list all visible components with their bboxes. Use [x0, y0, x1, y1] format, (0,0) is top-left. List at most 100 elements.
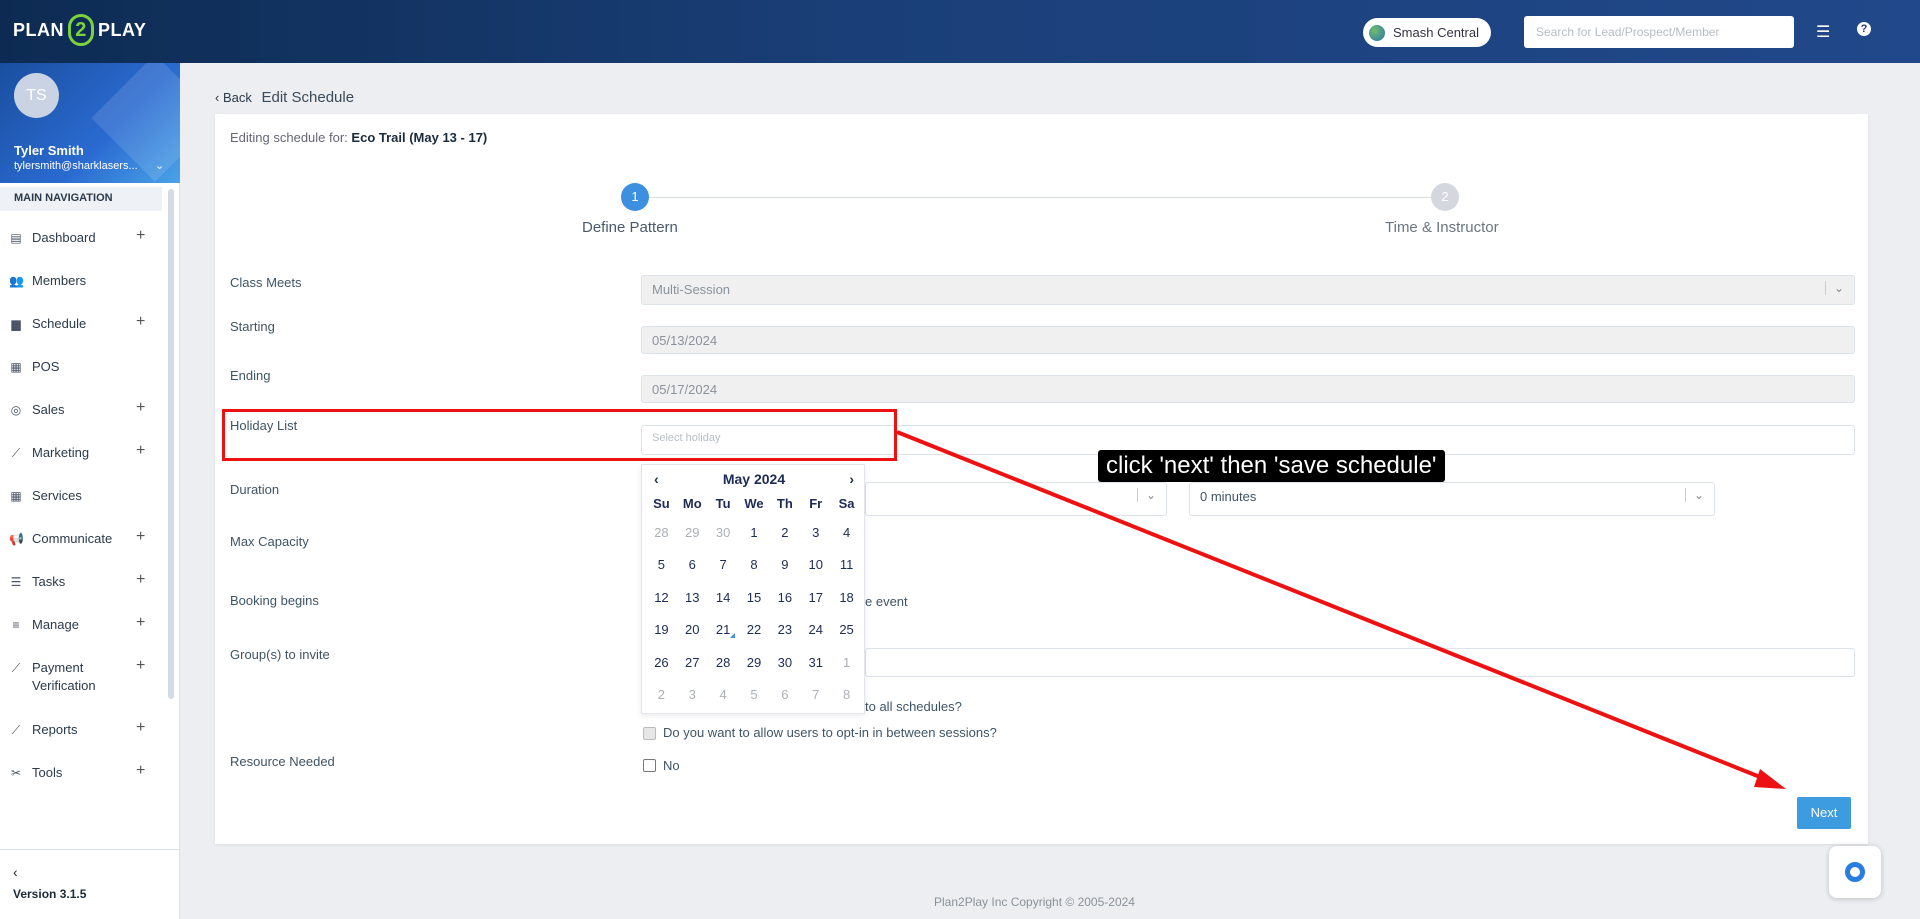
calendar-day[interactable]: 19 [646, 614, 677, 646]
location-button[interactable]: Smash Central [1363, 18, 1491, 47]
menu-icon[interactable]: ☰ [1816, 22, 1830, 42]
target-icon: ◎ [10, 403, 22, 417]
starting-date-field[interactable]: 05/13/2024 [641, 326, 1855, 354]
optin-checkbox[interactable] [643, 727, 656, 740]
calendar-day[interactable]: 15 [739, 582, 770, 614]
calendar-day[interactable]: 21 [708, 614, 739, 646]
calendar-day[interactable]: 12 [646, 582, 677, 614]
calendar-day[interactable]: 1 [831, 647, 862, 679]
calendar-day[interactable]: 30 [708, 517, 739, 549]
expand-plus-icon[interactable]: + [136, 399, 145, 417]
collapse-sidebar-icon[interactable]: ‹ [13, 864, 18, 880]
sidebar-item-tasks[interactable]: ☰ Tasks + [0, 567, 165, 610]
calendar-day[interactable]: 5 [646, 549, 677, 581]
calendar-day[interactable]: 31 [800, 647, 831, 679]
sidebar-item-members[interactable]: 👥 Members [0, 266, 165, 309]
chart-icon: ▤ [10, 231, 22, 245]
calendar-day[interactable]: 7 [800, 679, 831, 711]
chevron-down-icon[interactable]: ⌄ [155, 159, 164, 172]
sidebar-item-communicate[interactable]: 📢 Communicate + [0, 524, 165, 567]
calendar-day[interactable]: 9 [769, 549, 800, 581]
calendar-day[interactable]: 3 [800, 517, 831, 549]
support-lifebuoy-icon[interactable] [1829, 846, 1881, 898]
sidebar-item-services[interactable]: ▦ Services [0, 481, 165, 524]
class-meets-select[interactable]: Multi-Session ⌄ [641, 275, 1855, 305]
calendar-day[interactable]: 28 [708, 647, 739, 679]
step-1-indicator[interactable]: 1 [621, 183, 649, 211]
calendar-day[interactable]: 18 [831, 582, 862, 614]
calendar-day[interactable]: 3 [677, 679, 708, 711]
logo-text-left: PLAN [13, 19, 64, 40]
sidebar-item-payment-verification[interactable]: ⟋ Payment Verification + [0, 653, 165, 715]
calendar-day[interactable]: 4 [708, 679, 739, 711]
sidebar-item-pos[interactable]: ▦ POS [0, 352, 165, 395]
calendar-day[interactable]: 16 [769, 582, 800, 614]
calendar-day[interactable]: 5 [739, 679, 770, 711]
duration-minutes-select[interactable]: 0 minutes ⌄ [1189, 482, 1715, 516]
weekday-label: Su [653, 496, 670, 511]
calendar-day[interactable]: 22 [739, 614, 770, 646]
calendar-day[interactable]: 2 [646, 679, 677, 711]
next-button[interactable]: Next [1797, 797, 1851, 829]
sidebar-item-tools[interactable]: ✂ Tools + [0, 758, 165, 801]
step-line [635, 197, 1445, 198]
help-icon[interactable]: ? [1857, 22, 1871, 36]
apply-all-text: to all schedules? [865, 699, 962, 714]
resource-checkbox[interactable] [643, 759, 656, 772]
calendar-day[interactable]: 8 [739, 549, 770, 581]
calendar-day[interactable]: 28 [646, 517, 677, 549]
calendar-day[interactable]: 29 [739, 647, 770, 679]
calendar-day[interactable]: 27 [677, 647, 708, 679]
calendar-day[interactable]: 29 [677, 517, 708, 549]
sidebar-item-dashboard[interactable]: ▤ Dashboard + [0, 223, 165, 266]
expand-plus-icon[interactable]: + [136, 571, 145, 589]
expand-plus-icon[interactable]: + [136, 719, 145, 737]
calendar-day[interactable]: 14 [708, 582, 739, 614]
sidebar-item-sales[interactable]: ◎ Sales + [0, 395, 165, 438]
expand-plus-icon[interactable]: + [136, 528, 145, 546]
calendar-day[interactable]: 11 [831, 549, 862, 581]
step-2-indicator[interactable]: 2 [1431, 183, 1459, 211]
calendar-day[interactable]: 24 [800, 614, 831, 646]
next-month-icon[interactable]: › [849, 471, 854, 487]
sidebar-item-label: Payment Verification [32, 660, 96, 693]
calendar-day[interactable]: 13 [677, 582, 708, 614]
expand-plus-icon[interactable]: + [136, 227, 145, 245]
expand-plus-icon[interactable]: + [136, 442, 145, 460]
sidebar-item-marketing[interactable]: ⟋ Marketing + [0, 438, 165, 481]
calendar-day[interactable]: 6 [769, 679, 800, 711]
calendar-day[interactable]: 1 [739, 517, 770, 549]
calendar-day[interactable]: 30 [769, 647, 800, 679]
groups-input[interactable] [865, 648, 1855, 677]
calendar-day[interactable]: 23 [769, 614, 800, 646]
calendar-day[interactable]: 6 [677, 549, 708, 581]
grid-icon: ▦ [10, 360, 22, 374]
calendar-day[interactable]: 26 [646, 647, 677, 679]
sidebar-item-reports[interactable]: ⟋ Reports + [0, 715, 165, 758]
calendar-day[interactable]: 17 [800, 582, 831, 614]
search-input[interactable] [1524, 16, 1794, 48]
expand-plus-icon[interactable]: + [136, 657, 145, 675]
back-link[interactable]: ‹ Back [215, 90, 252, 105]
line-chart-icon: ⟋ [11, 723, 21, 737]
sidebar-scrollbar[interactable] [168, 189, 174, 699]
calendar-day[interactable]: 4 [831, 517, 862, 549]
calendar-month-label[interactable]: May 2024 [723, 471, 785, 487]
prev-month-icon[interactable]: ‹ [654, 471, 659, 487]
ending-date-field[interactable]: 05/17/2024 [641, 375, 1855, 403]
calendar-day[interactable]: 20 [677, 614, 708, 646]
expand-plus-icon[interactable]: + [136, 614, 145, 632]
calendar-day[interactable]: 7 [708, 549, 739, 581]
plan2play-logo[interactable]: PLAN 2 PLAY [13, 14, 146, 46]
user-name: Tyler Smith [14, 143, 84, 158]
calendar-day[interactable]: 2 [769, 517, 800, 549]
annotation-tooltip: click 'next' then 'save schedule' [1098, 450, 1445, 482]
sidebar-item-manage[interactable]: ≡ Manage + [0, 610, 165, 653]
calendar-day[interactable]: 10 [800, 549, 831, 581]
duration-hours-select[interactable]: ⌄ [865, 482, 1167, 516]
sidebar-item-schedule[interactable]: ▆ Schedule + [0, 309, 165, 352]
expand-plus-icon[interactable]: + [136, 313, 145, 331]
calendar-day[interactable]: 8 [831, 679, 862, 711]
calendar-day[interactable]: 25 [831, 614, 862, 646]
expand-plus-icon[interactable]: + [136, 762, 145, 780]
